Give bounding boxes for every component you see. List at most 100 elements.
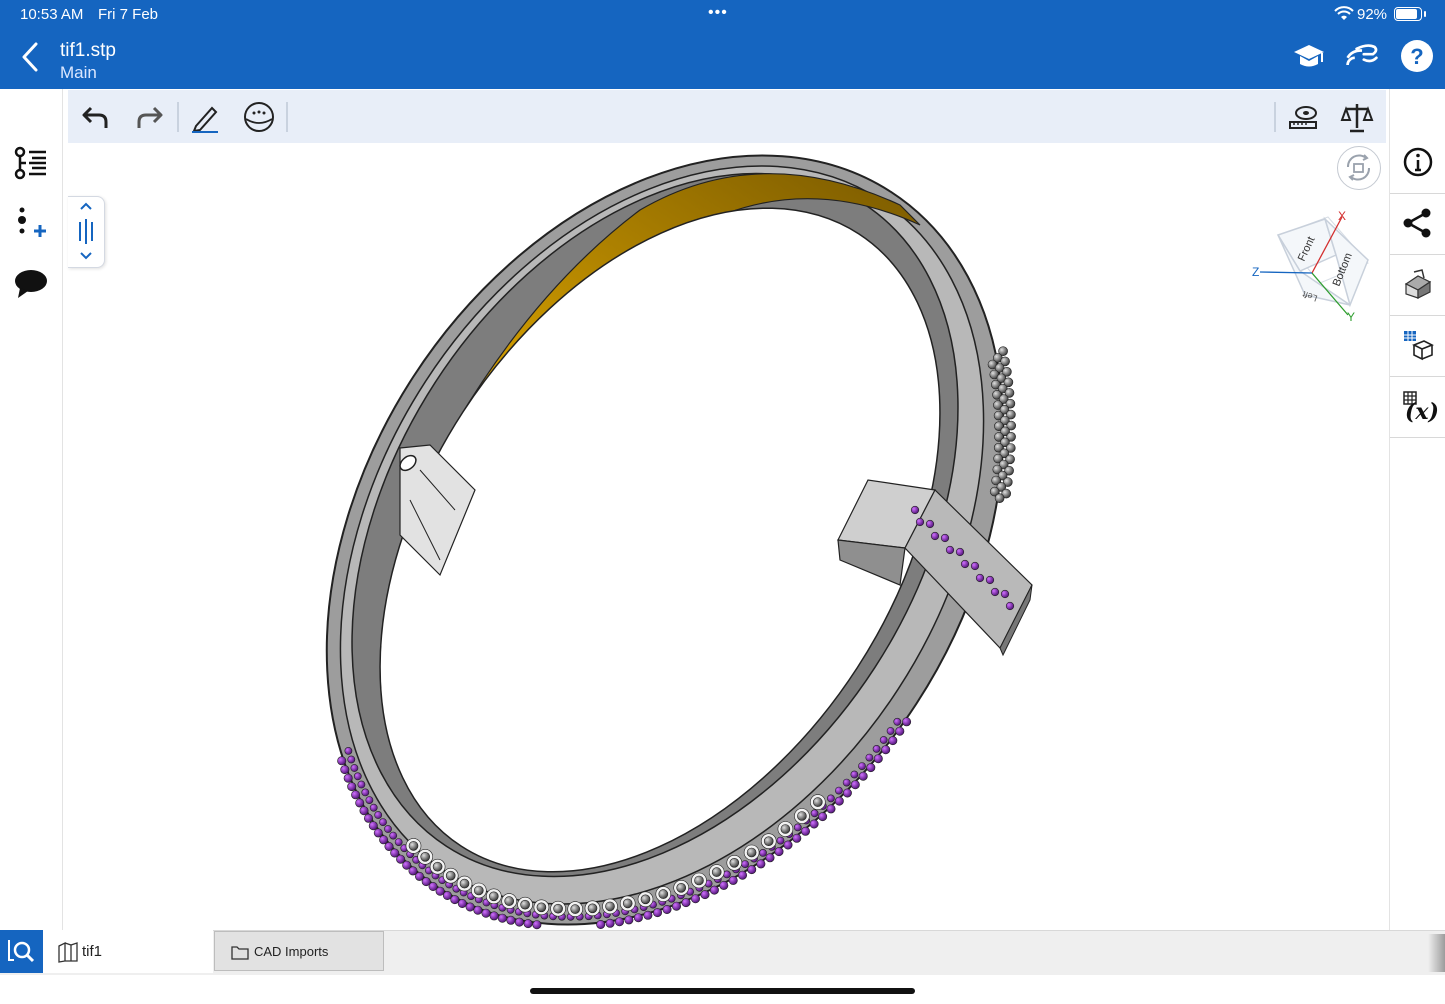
purple-gem [700,890,710,900]
variables-button[interactable]: (x) [1390,377,1445,438]
purple-gem [930,531,940,541]
gray-gem [605,901,615,912]
rotation-center-icon [1346,154,1371,181]
purple-gem [363,813,373,823]
expand-collapse-icon [79,202,93,260]
purple-gem [915,517,925,527]
info-icon [1403,147,1433,177]
purple-gem [514,917,524,927]
mass-properties-icon[interactable] [1340,100,1374,134]
redo-icon[interactable] [132,100,166,134]
gray-gem [763,836,774,847]
toolbar-divider [1274,102,1276,132]
view-cube[interactable]: X Y Z Front Bottom Left [1250,205,1375,330]
purple-gem [489,911,499,921]
svg-text:(x): (x) [1405,399,1438,424]
info-button[interactable] [1390,133,1445,194]
purple-gem [960,559,970,569]
feature-list-icon[interactable] [12,144,50,182]
purple-gem [741,860,749,868]
gray-gem [504,896,515,906]
purple-gem [858,771,868,781]
purple-gem [1005,601,1015,611]
gray-gem [780,824,791,834]
gray-gem [640,894,651,905]
purple-gem [818,812,828,822]
measure-tape-icon[interactable] [1286,100,1320,134]
purple-gem [384,825,392,833]
purple-gem [765,853,775,863]
render-style-button[interactable] [1390,255,1445,316]
purple-gem [369,803,378,812]
purple-gem [888,736,898,746]
purple-gem [389,831,398,840]
configurations-button[interactable] [1390,316,1445,377]
purple-gem [357,780,366,789]
viewcube-axis-z: Z [1252,265,1259,279]
gray-gem [711,867,722,877]
purple-gem [442,890,452,900]
purple-gem [347,782,357,792]
purple-gem [343,773,353,783]
gray-gem [994,493,1005,504]
folder-icon [231,946,249,960]
share-button[interactable] [1390,194,1445,255]
purple-gem [940,533,950,543]
gray-gem [812,797,823,807]
model-viewport[interactable] [68,143,1386,930]
help-icon[interactable]: ? [1399,38,1435,74]
purple-gem [925,519,935,529]
purple-gem [756,859,766,869]
purple-gem [809,819,819,829]
share-icon [1403,208,1431,238]
learning-center-icon[interactable] [1291,38,1327,74]
tab-part-studio-label: tif1 [82,943,103,960]
sketch-pencil-icon[interactable] [188,100,222,134]
purple-gem [624,915,634,925]
purple-gem [827,794,835,803]
purple-gem [350,764,359,772]
panel-collapse-handle[interactable] [68,196,105,268]
appearance-sphere-icon[interactable] [242,100,276,134]
purple-gem [337,756,347,766]
tab-scroll-shadow [1428,934,1445,972]
purple-gem [865,753,874,762]
purple-gem [481,908,491,918]
home-indicator[interactable] [530,988,915,994]
purple-gem [737,870,747,880]
purple-gem [347,755,356,764]
gray-gem [676,882,687,893]
tab-part-studio[interactable] [43,930,213,973]
gray-gem [658,889,669,899]
purple-gem [970,561,980,571]
purple-gem [532,920,542,930]
follow-mode-icon[interactable] [1344,38,1380,74]
purple-gem [374,811,383,819]
add-insert-icon[interactable] [12,204,50,242]
purple-gem [990,587,1000,597]
purple-gem [633,913,643,923]
purple-gem [747,865,757,875]
undo-icon[interactable] [79,100,113,134]
purple-gem [497,913,507,923]
purple-gem [719,880,729,890]
comments-icon[interactable] [12,264,50,302]
purple-gem [800,826,810,836]
back-chevron-icon[interactable] [16,40,44,74]
purple-gem [850,780,860,790]
purple-gem [365,796,374,804]
gray-gem [488,891,499,902]
purple-gem [709,885,719,895]
search-tabs-button[interactable] [0,930,43,973]
purple-gem [776,836,785,845]
rotation-lock-button[interactable] [1337,146,1381,190]
gray-gem [473,885,484,896]
purple-gem [353,772,362,781]
purple-gem [344,747,353,755]
purple-gem [810,809,819,818]
purple-gem [866,763,876,773]
purple-gem [886,727,895,735]
purple-gem [793,823,802,832]
multitask-dots[interactable]: ••• [708,4,728,22]
purple-gem [835,786,843,795]
